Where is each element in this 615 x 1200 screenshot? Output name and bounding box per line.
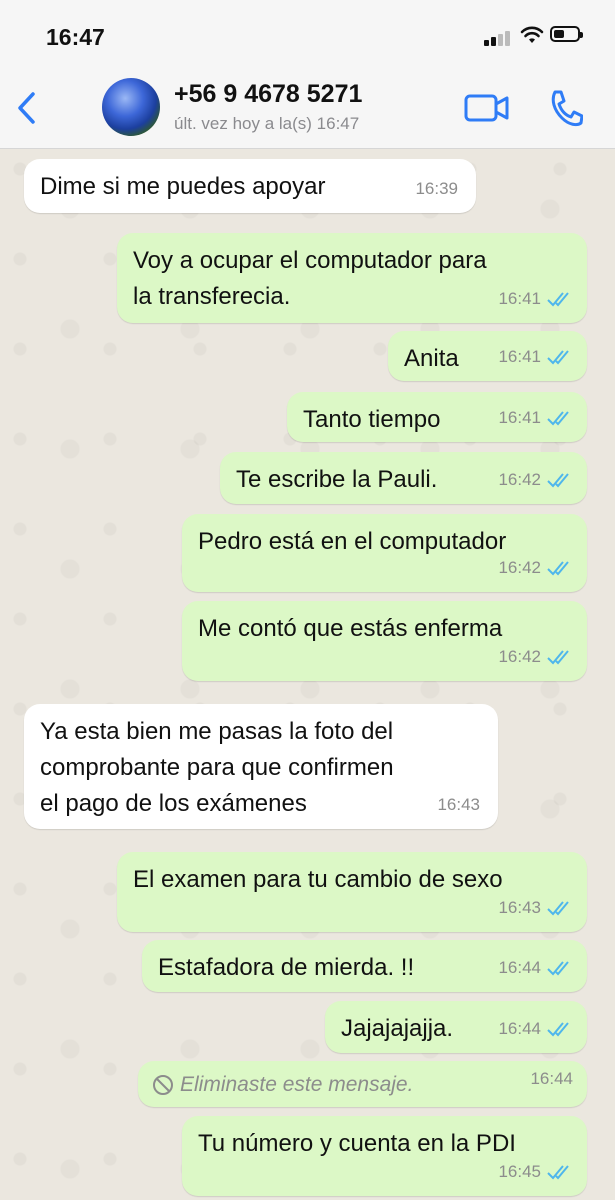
- read-ticks-icon: [547, 1165, 569, 1180]
- message-time: 16:44: [498, 1019, 541, 1038]
- message-bubble[interactable]: Tu número y cuenta en la PDI 16:45: [182, 1116, 587, 1196]
- message-time: 16:41: [498, 347, 541, 366]
- message-text: Ya esta bien me pasas la foto del compro…: [40, 718, 394, 817]
- prohibited-icon: [153, 1075, 173, 1095]
- read-ticks-icon: [547, 650, 569, 665]
- message-time: 16:44: [498, 958, 541, 977]
- avatar[interactable]: [102, 78, 160, 136]
- read-ticks-icon: [547, 961, 569, 976]
- phone-call-icon[interactable]: [547, 88, 583, 128]
- message-bubble[interactable]: Tanto tiempo 16:41: [287, 392, 587, 442]
- signal-icon: [484, 28, 514, 46]
- chat-header: +56 9 4678 5271 últ. vez hoy a la(s) 16:…: [0, 70, 615, 149]
- contact-name[interactable]: +56 9 4678 5271: [174, 80, 362, 109]
- message-time: 16:44: [530, 1069, 573, 1088]
- message-bubble[interactable]: Pedro está en el computador 16:42: [182, 514, 587, 592]
- battery-icon: [550, 26, 583, 42]
- message-time: 16:42: [498, 558, 541, 577]
- message-time: 16:39: [415, 179, 458, 198]
- back-chevron-icon[interactable]: [12, 88, 42, 128]
- read-ticks-icon: [547, 411, 569, 426]
- deleted-message-bubble[interactable]: Eliminaste este mensaje. 16:44: [138, 1061, 587, 1107]
- message-text: Dime si me puedes apoyar: [40, 173, 326, 200]
- message-time: 16:42: [498, 647, 541, 666]
- read-ticks-icon: [547, 473, 569, 488]
- read-ticks-icon: [547, 292, 569, 307]
- message-time: 16:41: [498, 289, 541, 308]
- message-time: 16:45: [498, 1162, 541, 1181]
- read-ticks-icon: [547, 350, 569, 365]
- read-ticks-icon: [547, 1022, 569, 1037]
- message-bubble[interactable]: Me contó que estás enferma 16:42: [182, 601, 587, 681]
- video-call-icon[interactable]: [464, 92, 510, 124]
- deleted-message-text: Eliminaste este mensaje.: [180, 1073, 414, 1096]
- message-bubble[interactable]: Dime si me puedes apoyar 16:39: [24, 159, 476, 213]
- status-bar: 16:47: [0, 0, 615, 70]
- message-bubble[interactable]: El examen para tu cambio de sexo 16:43: [117, 852, 587, 932]
- message-bubble[interactable]: Jajajajajja. 16:44: [325, 1001, 587, 1053]
- message-time: 16:42: [498, 470, 541, 489]
- chat-area[interactable]: Dime si me puedes apoyar 16:39 Voy a ocu…: [0, 149, 615, 1200]
- status-time: 16:47: [46, 24, 105, 50]
- message-bubble[interactable]: Estafadora de mierda. !! 16:44: [142, 940, 587, 992]
- last-seen-status: últ. vez hoy a la(s) 16:47: [174, 114, 360, 133]
- message-time: 16:43: [498, 898, 541, 917]
- message-bubble[interactable]: Anita 16:41: [388, 331, 587, 381]
- message-bubble[interactable]: Voy a ocupar el computador para la trans…: [117, 233, 587, 323]
- read-ticks-icon: [547, 901, 569, 916]
- message-bubble[interactable]: Te escribe la Pauli. 16:42: [220, 452, 587, 504]
- deleted-message: Eliminaste este mensaje.: [152, 1067, 573, 1103]
- wifi-icon: [520, 26, 544, 43]
- message-bubble[interactable]: Ya esta bien me pasas la foto del compro…: [24, 704, 498, 829]
- message-time: 16:41: [498, 408, 541, 427]
- message-time: 16:43: [437, 795, 480, 814]
- read-ticks-icon: [547, 561, 569, 576]
